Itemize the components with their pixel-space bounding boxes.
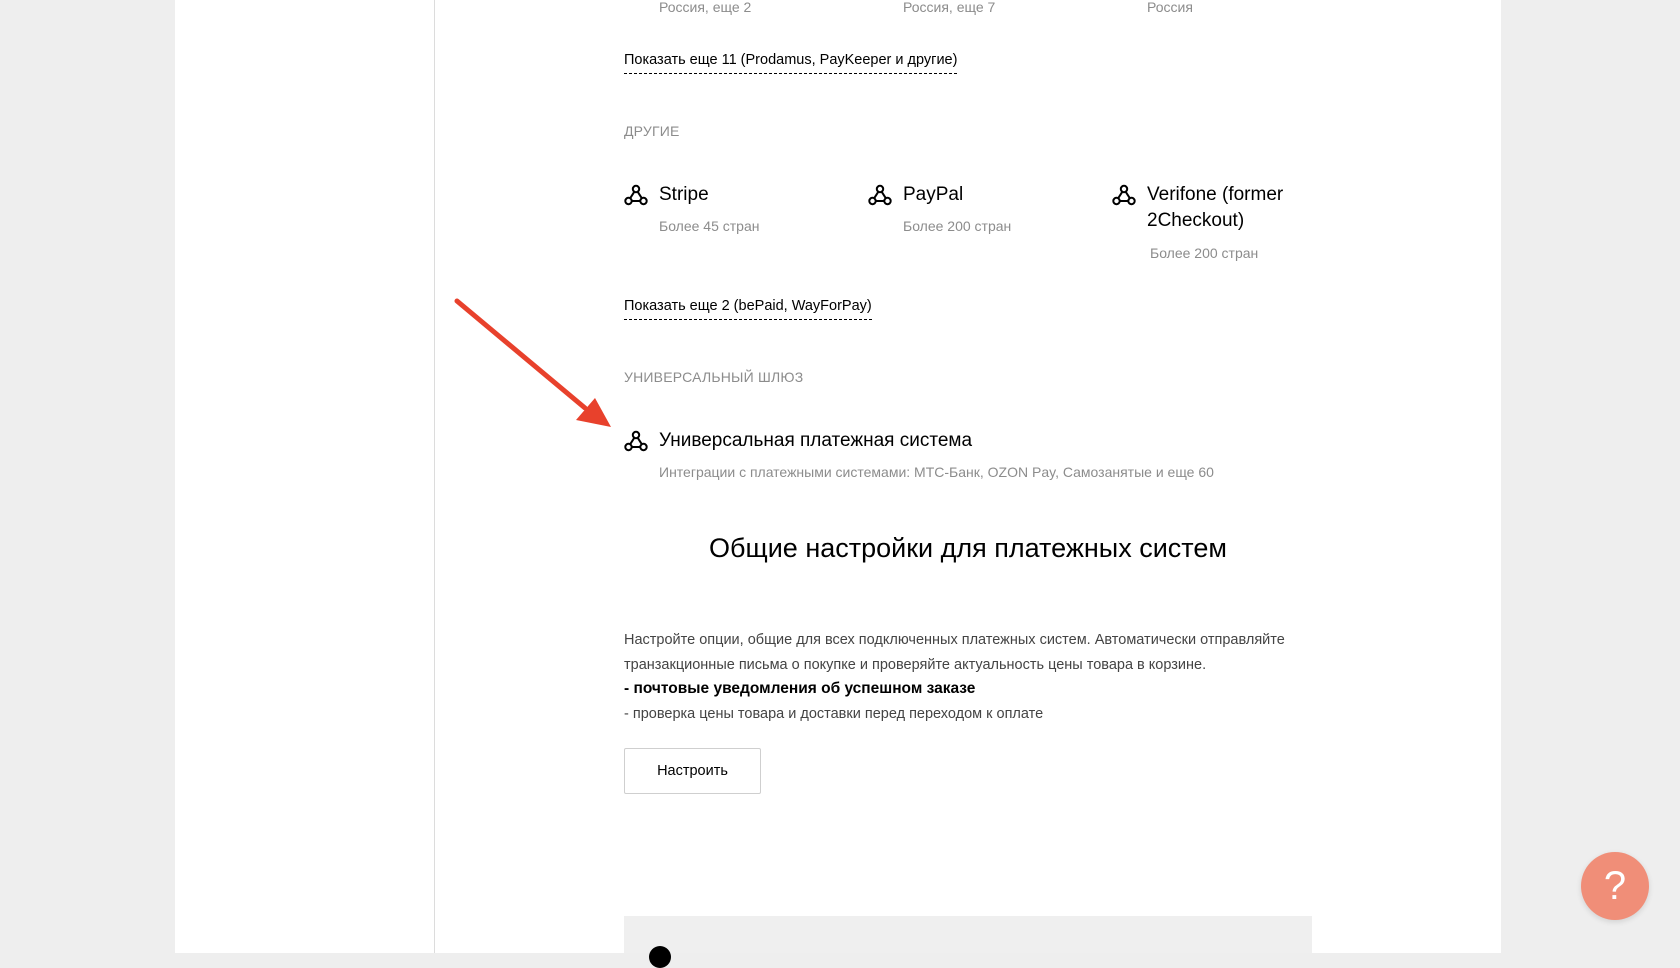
- description-line: транзакционные письма о покупке и провер…: [624, 656, 1207, 673]
- provider-subtitle: Россия, еще 2: [659, 0, 752, 15]
- provider-description: Более 200 стран: [1150, 245, 1259, 261]
- circle-icon: [649, 946, 671, 968]
- webhook-icon: [1112, 184, 1136, 206]
- provider-description: Более 200 стран: [903, 218, 1012, 234]
- provider-description: Более 45 стран: [659, 218, 760, 234]
- description-line: Настройте опции, общие для всех подключе…: [624, 632, 1285, 648]
- provider-subtitle: Россия: [1147, 0, 1193, 15]
- webhook-icon: [868, 184, 892, 206]
- section-title-other: ДРУГИЕ: [624, 123, 680, 139]
- show-more-other-link[interactable]: Показать еще 2 (bePaid, WayForPay): [624, 298, 872, 320]
- provider-name: Verifone (former 2Checkout): [1147, 184, 1284, 231]
- next-section-block: [624, 916, 1312, 968]
- general-settings-description: Настройте опции, общие для всех подключе…: [624, 628, 1312, 726]
- payment-systems-content: Россия, еще 2 Россия, еще 7 Россия Показ…: [624, 0, 1312, 968]
- provider-verifone[interactable]: Verifone (former 2Checkout) Более 200 ст…: [1112, 182, 1312, 268]
- provider-description: Интеграции с платежными системами: МТС-Б…: [659, 464, 1214, 480]
- provider-subtitle: Россия, еще 7: [903, 0, 996, 15]
- provider-name: PayPal: [903, 184, 964, 205]
- provider-name: Универсальная платежная система: [659, 430, 973, 451]
- section-title-universal: УНИВЕРСАЛЬНЫЙ ШЛЮЗ: [624, 369, 804, 385]
- webhook-icon: [624, 184, 648, 206]
- setup-button[interactable]: Настроить: [624, 748, 761, 794]
- bullet-email-notifications: - почтовые уведомления об успешном заказ…: [624, 680, 976, 697]
- general-settings-title: Общие настройки для платежных систем: [709, 533, 1227, 563]
- sidebar-divider: [434, 0, 435, 953]
- provider-stripe[interactable]: Stripe Более 45 стран: [624, 182, 854, 242]
- provider-name: Stripe: [659, 184, 709, 205]
- bullet-price-check: - проверка цены товара и доставки перед …: [624, 705, 1044, 722]
- help-button[interactable]: ?: [1581, 852, 1649, 920]
- provider-paypal[interactable]: PayPal Более 200 стран: [868, 182, 1098, 242]
- provider-universal[interactable]: Универсальная платежная система Интеграц…: [624, 428, 1224, 484]
- webhook-icon: [624, 430, 648, 452]
- show-more-russia-link[interactable]: Показать еще 11 (Prodamus, PayKeeper и д…: [624, 52, 958, 74]
